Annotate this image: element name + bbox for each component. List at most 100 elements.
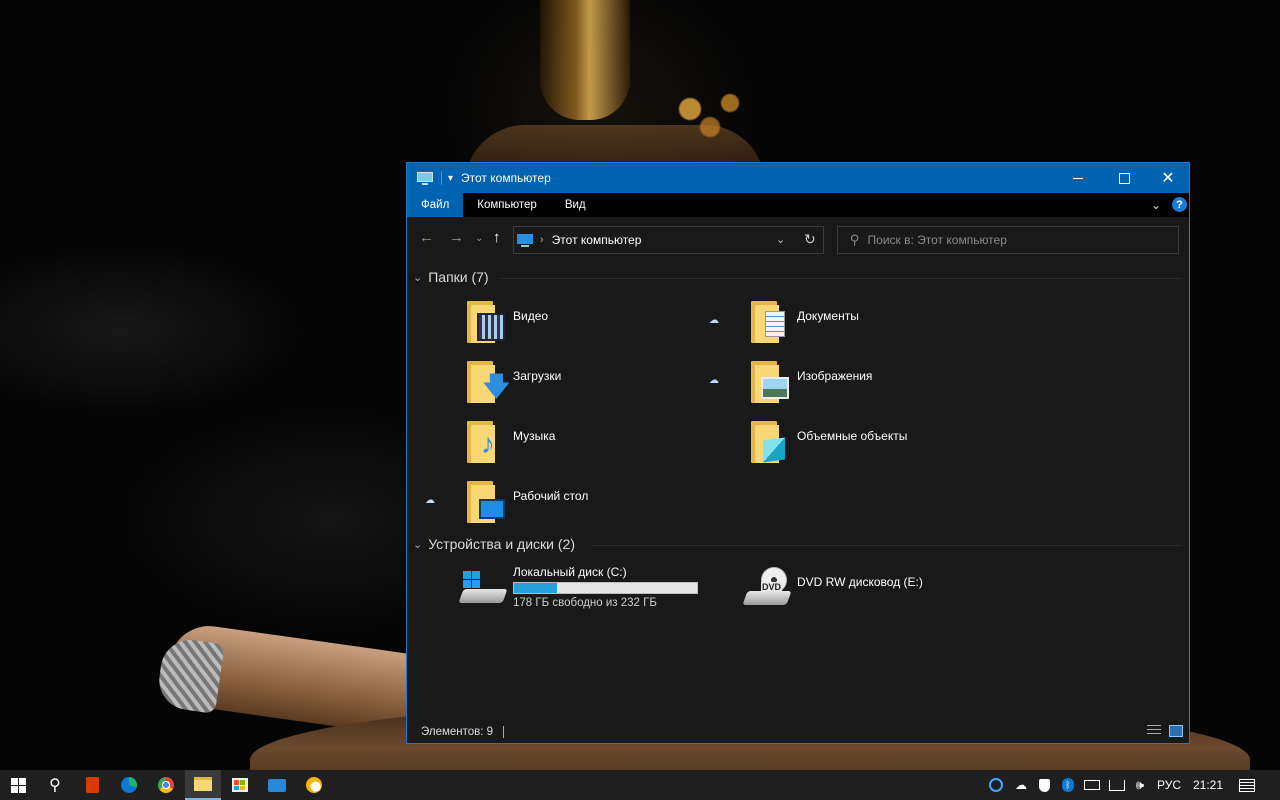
devices-group-title: Устройства и диски (2) <box>428 536 575 552</box>
search-icon: ⚲ <box>49 777 61 794</box>
desktop-folder-icon <box>467 481 505 523</box>
drive-name: DVD RW дисковод (E:) <box>797 575 923 589</box>
search-icon: ⚲ <box>850 232 860 247</box>
forward-button[interactable]: → <box>449 229 464 246</box>
folder-item-3d-objects[interactable]: Объемные объекты <box>751 421 1021 477</box>
volume-icon[interactable]: 🕪 <box>1130 770 1150 800</box>
network-icon[interactable] <box>1106 770 1128 800</box>
documents-folder-icon <box>751 301 789 343</box>
wallpaper-glass-pour <box>540 0 630 120</box>
file-explorer-app-button[interactable] <box>185 770 221 800</box>
store-app-button[interactable] <box>222 770 258 800</box>
title-separator <box>441 171 442 185</box>
notifications-icon[interactable] <box>1236 770 1258 800</box>
language-indicator[interactable]: РУС <box>1152 770 1186 800</box>
quick-access-dropdown-icon[interactable]: ▾ <box>448 173 453 184</box>
recent-locations-icon[interactable]: ⌄ <box>475 233 483 244</box>
bluetooth-icon[interactable]: ᛒ <box>1058 770 1078 800</box>
folder-item-desktop[interactable]: Рабочий стол <box>467 481 737 537</box>
minimize-button[interactable] <box>1055 163 1101 193</box>
disk-usage-bar <box>513 582 698 594</box>
search-box[interactable]: ⚲ <box>837 226 1179 254</box>
cortana-icon[interactable] <box>986 770 1006 800</box>
group-divider <box>591 545 1181 546</box>
tab-computer[interactable]: Компьютер <box>463 193 551 217</box>
refresh-button[interactable]: ↻ <box>804 231 816 248</box>
minimize-icon <box>1073 177 1083 179</box>
drive-item-c[interactable]: Локальный диск (C:) 178 ГБ свободно из 2… <box>458 565 761 615</box>
close-button[interactable]: ✕ <box>1145 163 1191 193</box>
folder-item-pictures[interactable]: Изображения <box>751 361 1021 417</box>
mail-app-button[interactable] <box>259 770 295 800</box>
help-icon[interactable]: ? <box>1172 197 1187 212</box>
this-pc-icon <box>517 234 533 247</box>
maximize-icon <box>1118 172 1130 184</box>
edge-app-button[interactable] <box>111 770 147 800</box>
folder-name: Объемные объекты <box>797 429 908 443</box>
downloads-folder-icon: 🡇 <box>467 361 510 403</box>
mail-icon <box>268 778 286 792</box>
search-input[interactable] <box>865 232 1170 248</box>
dvd-label: DVD <box>761 582 783 592</box>
taskbar: ⚲ ☁ ᛒ 🕪 РУС 21:21 <box>0 770 1280 800</box>
weather-icon <box>306 777 322 793</box>
folder-item-downloads[interactable]: 🡇 Загрузки <box>467 361 737 417</box>
address-dropdown-icon[interactable]: ⌄ <box>776 233 785 246</box>
large-icons-view-icon[interactable] <box>1169 725 1183 737</box>
search-taskbar-button[interactable]: ⚲ <box>37 770 73 800</box>
folder-name: Рабочий стол <box>513 489 589 503</box>
weather-app-button[interactable] <box>296 770 332 800</box>
item-count: Элементов: 9 <box>421 726 494 738</box>
battery-icon[interactable] <box>1082 770 1102 800</box>
collapse-chevron-icon[interactable]: ⌄ <box>413 538 422 551</box>
chrome-app-button[interactable] <box>148 770 184 800</box>
folders-group-title: Папки (7) <box>428 269 489 285</box>
chrome-icon <box>158 777 174 793</box>
edge-icon <box>121 777 137 793</box>
folders-group-header[interactable]: ⌄ Папки (7) <box>413 269 489 285</box>
expand-ribbon-icon[interactable]: ⌄ <box>1151 198 1161 212</box>
folder-name: Документы <box>797 309 859 323</box>
devices-group-header[interactable]: ⌄ Устройства и диски (2) <box>413 536 575 552</box>
3d-objects-folder-icon <box>751 421 789 463</box>
drive-name: Локальный диск (C:) <box>513 565 627 579</box>
start-button[interactable] <box>0 770 36 800</box>
wallpaper-cigar-ash <box>155 636 225 714</box>
cloud-sync-icon: ☁ <box>709 315 719 326</box>
onedrive-icon[interactable]: ☁ <box>1010 770 1032 800</box>
collapse-chevron-icon[interactable]: ⌄ <box>413 271 422 284</box>
breadcrumb-this-pc[interactable]: Этот компьютер <box>552 233 642 247</box>
this-pc-icon[interactable] <box>417 172 433 185</box>
security-shield-icon[interactable] <box>1034 770 1054 800</box>
back-button[interactable]: ← <box>419 229 434 246</box>
tab-view[interactable]: Вид <box>551 193 600 217</box>
folder-name: Видео <box>513 309 549 323</box>
file-explorer-icon <box>194 777 212 791</box>
wallpaper-splash <box>660 85 760 145</box>
tab-file[interactable]: Файл <box>407 193 464 217</box>
up-button[interactable]: ↑ <box>493 229 501 246</box>
office-app-button[interactable] <box>74 770 110 800</box>
pictures-folder-icon <box>751 361 789 403</box>
clock[interactable]: 21:21 <box>1190 770 1226 800</box>
office-icon <box>85 777 99 793</box>
explorer-window: ▾ Этот компьютер ✕ Файл Компьютер Вид ⌄ … <box>406 162 1190 744</box>
drive-free-space: 178 ГБ свободно из 232 ГБ <box>513 597 657 609</box>
group-divider <box>501 278 1181 279</box>
maximize-button[interactable] <box>1101 163 1147 193</box>
cloud-sync-icon: ☁ <box>425 495 435 506</box>
drive-item-e[interactable]: DVD DVD RW дисковод (E:) <box>742 565 1045 615</box>
address-bar[interactable]: › Этот компьютер ⌄ ↻ <box>513 226 824 254</box>
folder-item-music[interactable]: ♪ Музыка <box>467 421 737 477</box>
title-bar[interactable]: ▾ Этот компьютер ✕ <box>407 163 1189 193</box>
content-pane: ⌄ Папки (7) Видео ☁ Документы 🡇 Загрузки… <box>407 259 1189 722</box>
folder-name: Изображения <box>797 369 873 383</box>
folder-item-video[interactable]: Видео <box>467 301 737 357</box>
folder-name: Загрузки <box>513 369 562 383</box>
navigation-bar: ← → ⌄ ↑ › Этот компьютер ⌄ ↻ ⚲ <box>407 217 1189 259</box>
details-view-icon[interactable] <box>1147 725 1161 737</box>
music-folder-icon: ♪ <box>467 421 505 463</box>
breadcrumb-chevron-icon[interactable]: › <box>540 234 544 246</box>
folder-name: Музыка <box>513 429 556 443</box>
folder-item-documents[interactable]: Документы <box>751 301 1021 357</box>
